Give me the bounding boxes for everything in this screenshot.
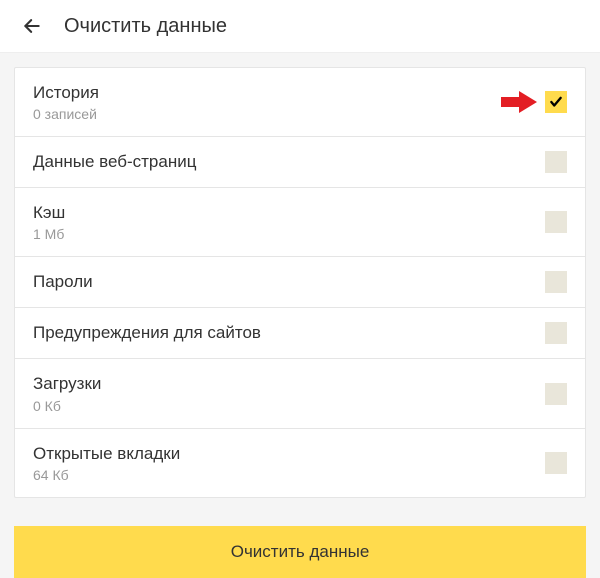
header: Очистить данные — [0, 0, 600, 53]
list-item[interactable]: Загрузки 0 Кб — [15, 359, 585, 428]
checkbox[interactable] — [545, 452, 567, 474]
item-text: История 0 записей — [33, 82, 545, 122]
item-title: Данные веб-страниц — [33, 151, 545, 173]
item-title: Загрузки — [33, 373, 545, 395]
checkbox[interactable] — [545, 151, 567, 173]
item-subtitle: 1 Мб — [33, 226, 545, 242]
page-title: Очистить данные — [64, 15, 227, 38]
item-subtitle: 0 Кб — [33, 398, 545, 414]
item-title: Предупреждения для сайтов — [33, 322, 545, 344]
checkbox[interactable] — [545, 322, 567, 344]
checkbox[interactable] — [545, 271, 567, 293]
content: История 0 записей Данные веб-страниц Кэш 1 М… — [0, 53, 600, 512]
checkbox[interactable] — [545, 383, 567, 405]
item-title: Пароли — [33, 271, 545, 293]
list-item[interactable]: Данные веб-страниц — [15, 137, 585, 188]
item-subtitle: 0 записей — [33, 106, 545, 122]
check-icon — [549, 95, 563, 109]
list-item[interactable]: Предупреждения для сайтов — [15, 308, 585, 359]
list-item[interactable]: История 0 записей — [15, 68, 585, 137]
item-title: История — [33, 82, 545, 104]
item-text: Загрузки 0 Кб — [33, 373, 545, 413]
checkbox[interactable] — [545, 91, 567, 113]
list-item[interactable]: Кэш 1 Мб — [15, 188, 585, 257]
list-item[interactable]: Открытые вкладки 64 Кб — [15, 429, 585, 497]
item-text: Кэш 1 Мб — [33, 202, 545, 242]
red-arrow-icon — [501, 91, 537, 113]
item-text: Открытые вкладки 64 Кб — [33, 443, 545, 483]
item-title: Кэш — [33, 202, 545, 224]
clear-data-button[interactable]: Очистить данные — [14, 526, 586, 578]
arrow-left-icon — [22, 16, 42, 36]
item-text: Данные веб-страниц — [33, 151, 545, 173]
item-text: Предупреждения для сайтов — [33, 322, 545, 344]
clear-button-label: Очистить данные — [231, 542, 370, 562]
item-subtitle: 64 Кб — [33, 467, 545, 483]
list-item[interactable]: Пароли — [15, 257, 585, 308]
back-button[interactable] — [20, 14, 44, 38]
item-text: Пароли — [33, 271, 545, 293]
options-list: История 0 записей Данные веб-страниц Кэш 1 М… — [14, 67, 586, 498]
item-title: Открытые вкладки — [33, 443, 545, 465]
checkbox[interactable] — [545, 211, 567, 233]
